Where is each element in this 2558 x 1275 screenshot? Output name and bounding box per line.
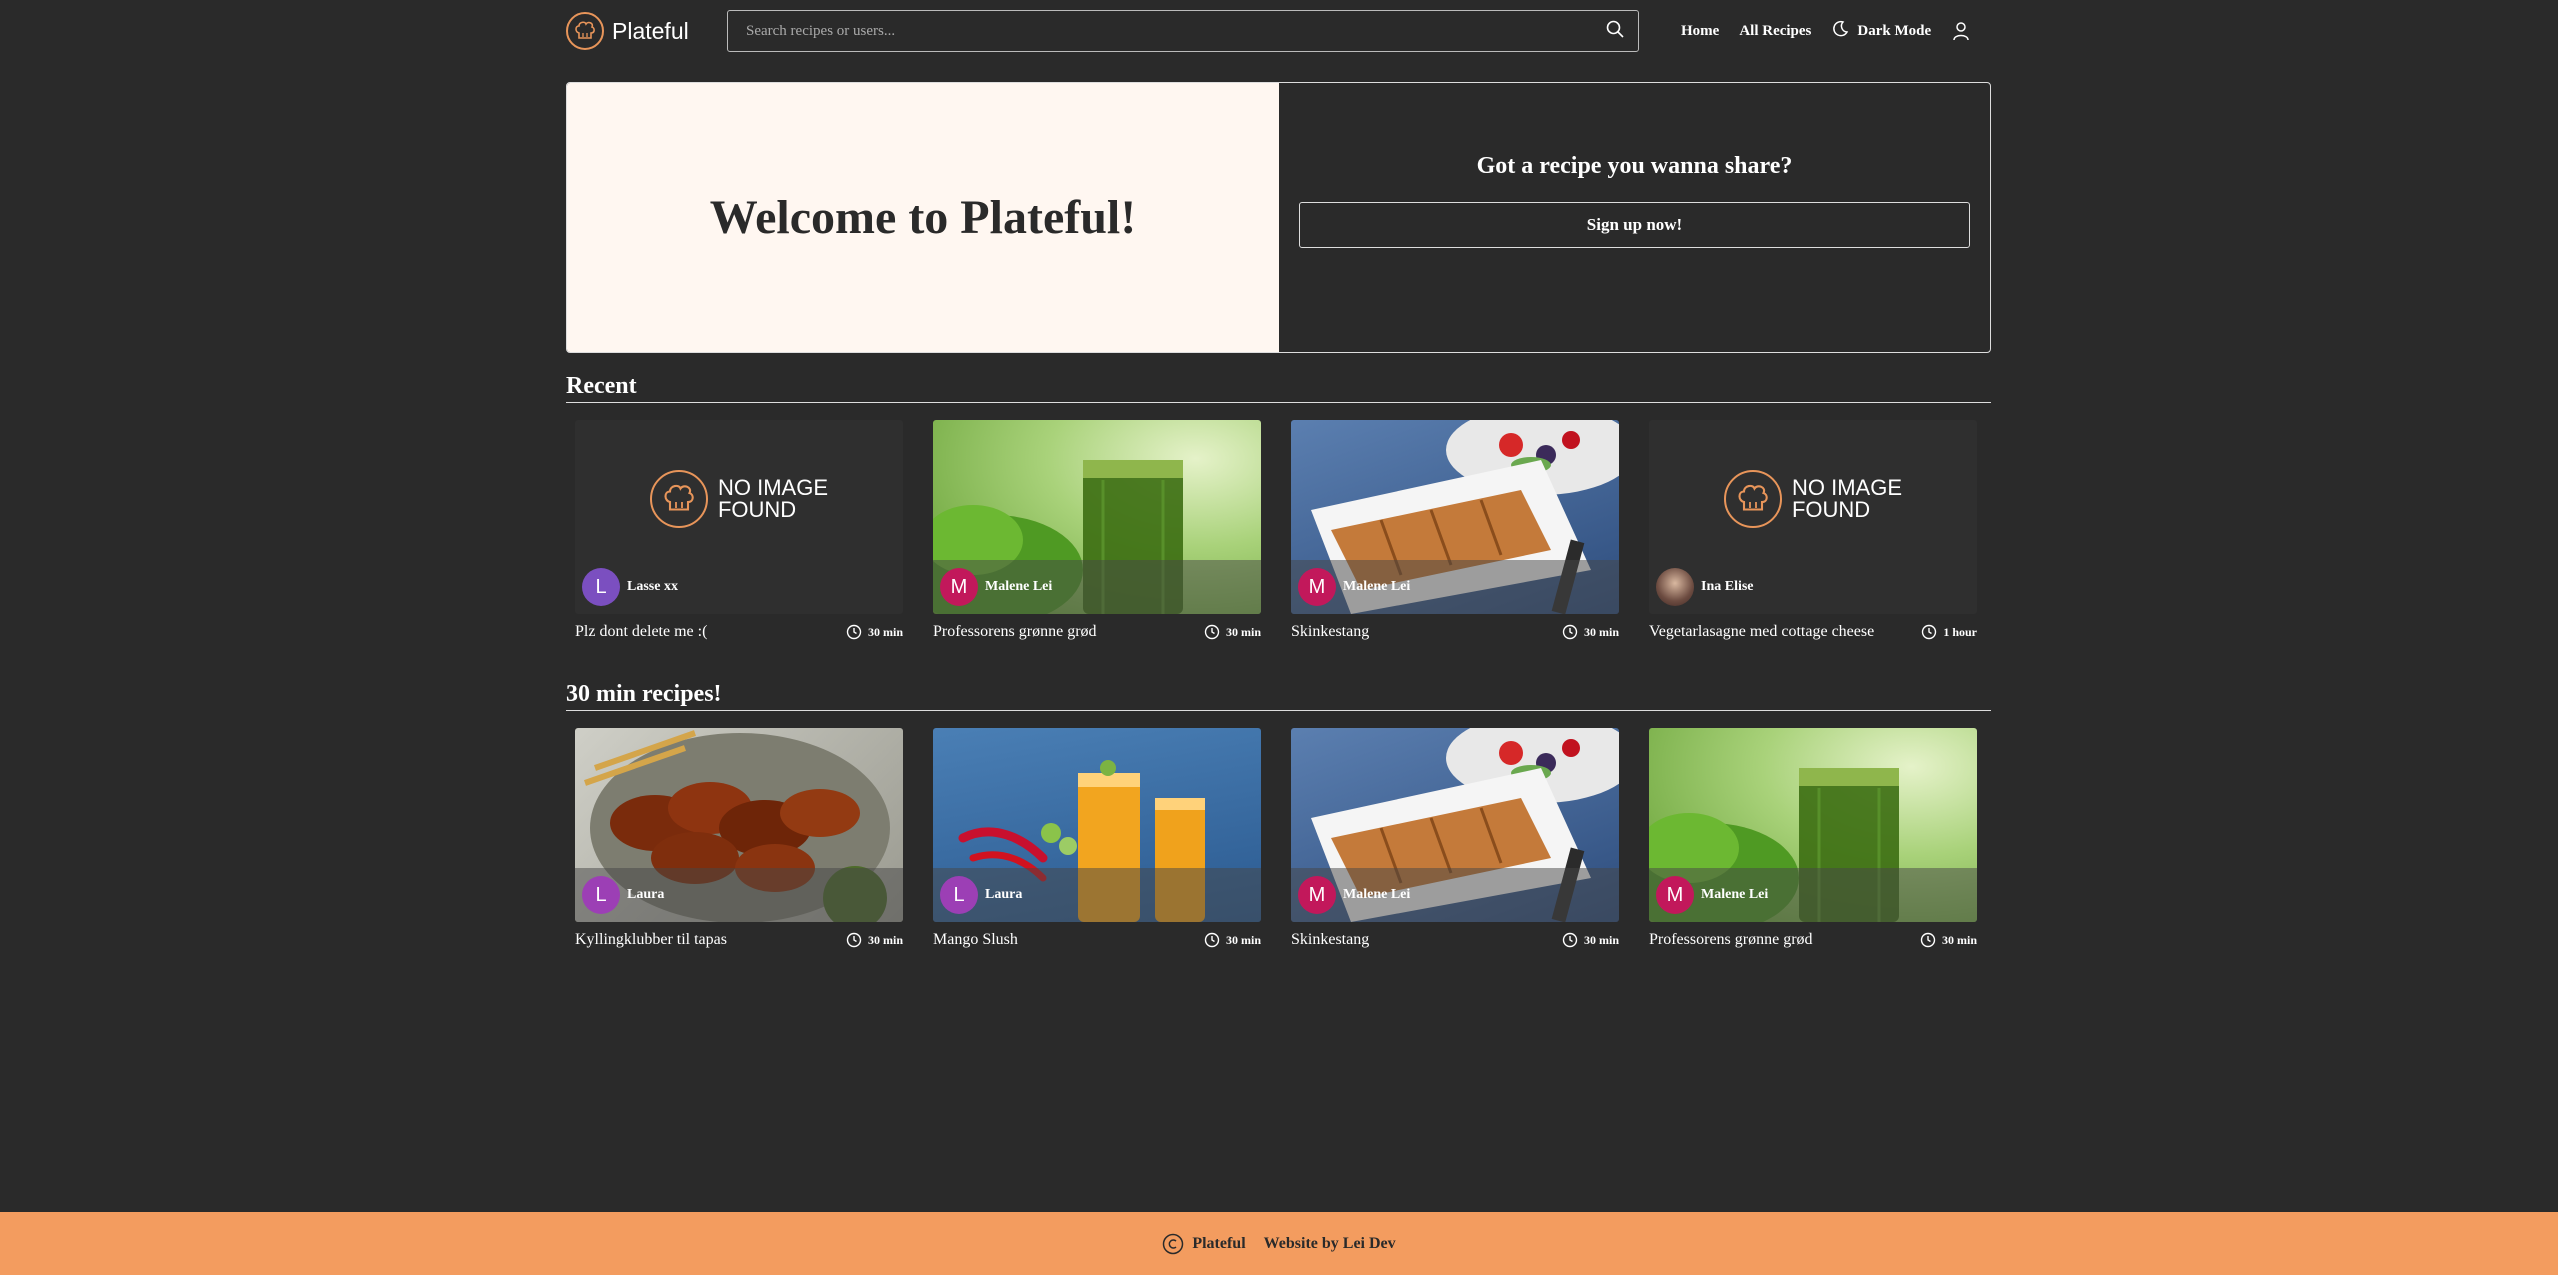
recipe-image-pastry[interactable]: M Malene Lei [1291,420,1619,614]
clock-icon [1920,932,1936,948]
cook-time: 1 hour [1921,624,1977,640]
recipe-title[interactable]: Skinkestang [1291,931,1369,949]
cook-time: 30 min [846,624,903,640]
author-bar: M Malene Lei [1649,868,1977,922]
recipe-card[interactable]: NO IMAGE FOUND Ina Elise Vegetarlasagne m… [1649,420,1977,641]
author-name[interactable]: Malene Lei [1343,887,1410,903]
author-bar: L Lasse xx [575,560,903,614]
clock-icon [1562,624,1578,640]
clock-icon [846,932,862,948]
recipe-title[interactable]: Plz dont delete me :( [575,623,707,641]
author-bar: M Malene Lei [933,560,1261,614]
cook-time: 30 min [1204,624,1261,640]
cook-time: 30 min [1204,932,1261,948]
recipe-card[interactable]: L Laura Kyllingklubber til tapas 30 min [575,728,903,949]
clock-icon [1204,624,1220,640]
site-footer: Plateful Website by Lei Dev [0,1212,2558,1275]
recipe-card[interactable]: M Malene Lei Skinkestang 30 min [1291,420,1619,641]
avatar-photo[interactable] [1656,568,1694,606]
author-bar: L Laura [933,868,1261,922]
copyright-icon [1163,1233,1184,1254]
recipe-card[interactable]: NO IMAGE FOUND L Lasse xx Plz dont delete… [575,420,903,641]
chef-hat-logo-icon [566,12,604,50]
chef-hat-icon [649,470,708,528]
brand-link[interactable]: Plateful [566,12,727,50]
welcome-hero: Welcome to Plateful! Got a recipe you wa… [566,82,1991,353]
footer-credit[interactable]: Website by Lei Dev [1264,1235,1396,1253]
author-name[interactable]: Ina Elise [1701,579,1754,595]
cook-time: 30 min [1562,624,1619,640]
recipe-image-pastry[interactable]: M Malene Lei [1291,728,1619,922]
author-name[interactable]: Malene Lei [985,579,1052,595]
clock-icon [1562,932,1578,948]
avatar[interactable]: L [940,876,978,914]
recipe-image-chicken-wings[interactable]: L Laura [575,728,903,922]
recipe-title[interactable]: Professorens grønne grød [1649,931,1813,949]
nav-all-recipes[interactable]: All Recipes [1739,23,1811,40]
recipe-image-placeholder: NO IMAGE FOUND Ina Elise [1649,420,1977,614]
author-name[interactable]: Lasse xx [627,579,678,595]
recipe-card[interactable]: M Malene Lei Professorens grønne grød 30… [1649,728,1977,949]
recipe-title[interactable]: Vegetarlasagne med cottage cheese [1649,623,1874,641]
recipe-image-green-juice[interactable]: M Malene Lei [933,420,1261,614]
avatar[interactable]: M [940,568,978,606]
no-image-text: NO IMAGE FOUND [1791,475,1902,522]
cook-time: 30 min [846,932,903,948]
dark-mode-toggle[interactable]: Dark Mode [1831,20,1931,43]
recipe-card[interactable]: M Malene Lei Skinkestang 30 min [1291,728,1619,949]
author-bar: M Malene Lei [1291,560,1619,614]
section-title-30-min: 30 min recipes! [566,681,1991,711]
recent-recipes-grid: NO IMAGE FOUND L Lasse xx Plz dont delete… [575,420,1977,641]
clock-icon [1204,932,1220,948]
avatar[interactable]: M [1298,568,1336,606]
recipe-title[interactable]: Skinkestang [1291,623,1369,641]
cook-time: 30 min [1562,932,1619,948]
recipe-card[interactable]: L Laura Mango Slush 30 min [933,728,1261,949]
brand-name: Plateful [612,17,689,44]
avatar[interactable]: M [1298,876,1336,914]
user-profile-icon[interactable] [1951,21,1971,41]
recipe-image-green-juice[interactable]: M Malene Lei [1649,728,1977,922]
no-image-text: NO IMAGE FOUND [717,475,828,522]
recipe-image-placeholder: NO IMAGE FOUND L Lasse xx [575,420,903,614]
recipe-title[interactable]: Kyllingklubber til tapas [575,931,727,949]
author-name[interactable]: Malene Lei [1701,887,1768,903]
recipe-card[interactable]: M Malene Lei Professorens grønne grød 30… [933,420,1261,641]
cook-time: 30 min [1920,932,1977,948]
clock-icon [1922,624,1937,640]
search-icon[interactable] [1606,20,1624,43]
author-bar: L Laura [575,868,903,922]
30-min-recipes-grid: L Laura Kyllingklubber til tapas 30 min [575,728,1977,949]
hero-signup-panel: Got a recipe you wanna share? Sign up no… [1279,83,1990,352]
avatar[interactable]: L [582,876,620,914]
dark-mode-label: Dark Mode [1857,22,1932,39]
hero-title: Welcome to Plateful! [709,191,1137,244]
recipe-image-mango-slush[interactable]: L Laura [933,728,1261,922]
author-bar: Ina Elise [1649,560,1977,614]
search-input[interactable] [746,22,1606,40]
search-bar [727,10,1639,52]
nav-home[interactable]: Home [1681,23,1719,40]
moon-icon [1831,20,1849,43]
recipe-title[interactable]: Professorens grønne grød [933,623,1097,641]
avatar[interactable]: M [1656,876,1694,914]
top-navbar: Plateful Home All Recipes Dark Mode [566,8,1991,54]
hero-welcome-panel: Welcome to Plateful! [567,83,1279,352]
author-name[interactable]: Laura [985,887,1022,903]
section-title-recent: Recent [566,373,1991,403]
author-name[interactable]: Laura [627,887,664,903]
recipe-title[interactable]: Mango Slush [933,931,1018,949]
footer-brand: Plateful [1162,1233,1246,1255]
chef-hat-icon [1723,470,1782,528]
avatar[interactable]: L [582,568,620,606]
signup-button[interactable]: Sign up now! [1299,202,1970,248]
clock-icon [846,624,862,640]
hero-question: Got a recipe you wanna share? [1476,153,1793,179]
author-bar: M Malene Lei [1291,868,1619,922]
author-name[interactable]: Malene Lei [1343,579,1410,595]
main-nav: Home All Recipes Dark Mode [1681,20,1971,43]
